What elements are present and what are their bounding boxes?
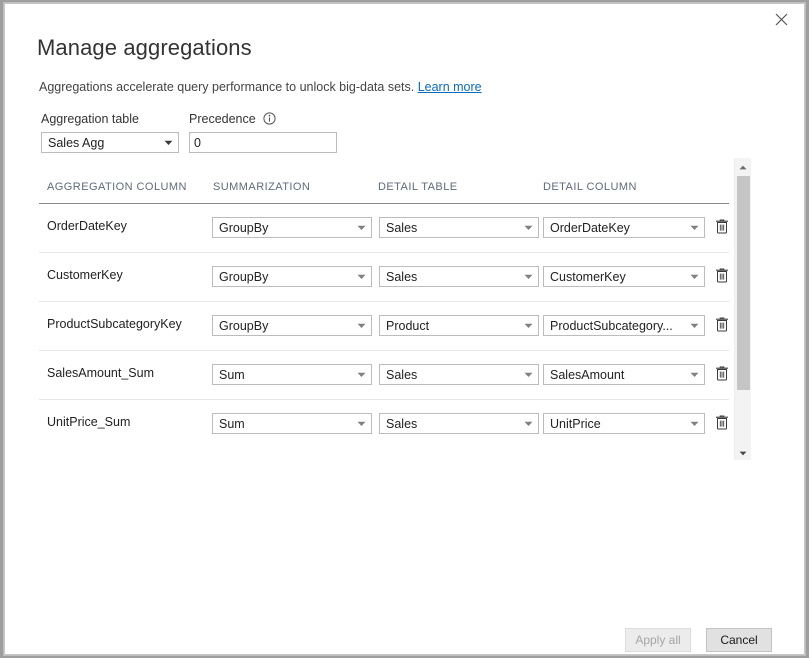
- summarization-select[interactable]: GroupBy: [212, 266, 372, 287]
- scroll-up-button[interactable]: [735, 158, 751, 174]
- chevron-down-icon: [518, 372, 538, 378]
- summarization-value: GroupBy: [213, 270, 351, 284]
- chevron-down-icon: [518, 225, 538, 231]
- cancel-button[interactable]: Cancel: [706, 628, 772, 652]
- summarization-value: Sum: [213, 417, 351, 431]
- table-row: ProductSubcategoryKey GroupBy Product Produ…: [39, 302, 729, 351]
- detail-column-value: UnitPrice: [544, 417, 684, 431]
- chevron-down-icon: [351, 274, 371, 280]
- delete-row-button[interactable]: [712, 412, 732, 434]
- detail-table-select[interactable]: Product: [379, 315, 539, 336]
- detail-column-value: ProductSubcategory...: [544, 319, 684, 333]
- detail-column-select[interactable]: SalesAmount: [543, 364, 705, 385]
- trash-icon: [715, 267, 729, 286]
- chevron-down-icon: [684, 323, 704, 329]
- aggregation-column-name: ProductSubcategoryKey: [47, 317, 182, 331]
- detail-column-value: OrderDateKey: [544, 221, 684, 235]
- precedence-input[interactable]: [189, 132, 337, 153]
- summarization-value: Sum: [213, 368, 351, 382]
- table-scrollbar[interactable]: [734, 158, 751, 460]
- aggregation-column-name: CustomerKey: [47, 268, 123, 282]
- trash-icon: [715, 218, 729, 237]
- delete-row-button[interactable]: [712, 314, 732, 336]
- summarization-select[interactable]: GroupBy: [212, 315, 372, 336]
- chevron-down-icon: [351, 372, 371, 378]
- chevron-down-icon: [684, 274, 704, 280]
- detail-column-select[interactable]: CustomerKey: [543, 266, 705, 287]
- summarization-select[interactable]: Sum: [212, 413, 372, 434]
- aggregation-table-label: Aggregation table: [41, 112, 139, 126]
- scroll-up-icon: [739, 157, 747, 175]
- detail-column-select[interactable]: UnitPrice: [543, 413, 705, 434]
- info-icon[interactable]: [263, 112, 276, 128]
- chevron-down-icon: [684, 225, 704, 231]
- trash-icon: [715, 365, 729, 384]
- chevron-down-icon: [518, 323, 538, 329]
- detail-column-select[interactable]: OrderDateKey: [543, 217, 705, 238]
- apply-all-button[interactable]: Apply all: [625, 628, 691, 652]
- scroll-down-button[interactable]: [735, 444, 751, 460]
- detail-table-select[interactable]: Sales: [379, 413, 539, 434]
- detail-table-select[interactable]: Sales: [379, 364, 539, 385]
- row-divider: [39, 448, 729, 449]
- detail-table-value: Product: [380, 319, 518, 333]
- dialog-description: Aggregations accelerate query performanc…: [39, 80, 482, 94]
- aggregations-table: AGGREGATION COLUMN SUMMARIZATION DETAIL …: [39, 158, 739, 460]
- table-row: CustomerKey GroupBy Sales CustomerKey: [39, 253, 729, 302]
- chevron-down-icon: [351, 225, 371, 231]
- column-header-aggregation-column: AGGREGATION COLUMN: [47, 181, 187, 193]
- detail-table-value: Sales: [380, 270, 518, 284]
- scrollbar-thumb[interactable]: [737, 176, 750, 390]
- column-header-detail-table: DETAIL TABLE: [378, 181, 458, 193]
- chevron-down-icon: [351, 421, 371, 427]
- precedence-label: Precedence: [189, 112, 276, 128]
- summarization-select[interactable]: Sum: [212, 364, 372, 385]
- detail-column-value: SalesAmount: [544, 368, 684, 382]
- detail-table-value: Sales: [380, 368, 518, 382]
- scroll-down-icon: [739, 443, 747, 461]
- page-title: Manage aggregations: [37, 35, 252, 61]
- chevron-down-icon: [518, 274, 538, 280]
- chevron-down-icon: [684, 372, 704, 378]
- summarization-value: GroupBy: [213, 319, 351, 333]
- precedence-label-text: Precedence: [189, 112, 256, 126]
- aggregation-column-name: OrderDateKey: [47, 219, 127, 233]
- summarization-select[interactable]: GroupBy: [212, 217, 372, 238]
- detail-table-value: Sales: [380, 417, 518, 431]
- aggregation-table-value: Sales Agg: [42, 136, 158, 150]
- close-button[interactable]: [759, 4, 804, 34]
- aggregation-column-name: UnitPrice_Sum: [47, 415, 130, 429]
- column-header-detail-column: DETAIL COLUMN: [543, 181, 637, 193]
- column-header-summarization: SUMMARIZATION: [213, 181, 310, 193]
- detail-table-select[interactable]: Sales: [379, 266, 539, 287]
- delete-row-button[interactable]: [712, 363, 732, 385]
- chevron-down-icon: [351, 323, 371, 329]
- detail-column-select[interactable]: ProductSubcategory...: [543, 315, 705, 336]
- table-row: OrderDateKey GroupBy Sales OrderDateKey: [39, 204, 729, 253]
- close-icon: [775, 13, 788, 26]
- summarization-value: GroupBy: [213, 221, 351, 235]
- aggregation-column-name: SalesAmount_Sum: [47, 366, 154, 380]
- trash-icon: [715, 316, 729, 335]
- detail-column-value: CustomerKey: [544, 270, 684, 284]
- chevron-down-icon: [518, 421, 538, 427]
- detail-table-select[interactable]: Sales: [379, 217, 539, 238]
- aggregation-table-select[interactable]: Sales Agg: [41, 132, 179, 153]
- delete-row-button[interactable]: [712, 216, 732, 238]
- chevron-down-icon: [684, 421, 704, 427]
- learn-more-link[interactable]: Learn more: [418, 80, 482, 94]
- detail-table-value: Sales: [380, 221, 518, 235]
- description-text: Aggregations accelerate query performanc…: [39, 80, 414, 94]
- table-row: UnitPrice_Sum Sum Sales UnitPrice: [39, 400, 729, 449]
- trash-icon: [715, 414, 729, 433]
- chevron-down-icon: [158, 140, 178, 146]
- delete-row-button[interactable]: [712, 265, 732, 287]
- manage-aggregations-dialog: Manage aggregations Aggregations acceler…: [4, 3, 805, 655]
- table-row: SalesAmount_Sum Sum Sales SalesAmount: [39, 351, 729, 400]
